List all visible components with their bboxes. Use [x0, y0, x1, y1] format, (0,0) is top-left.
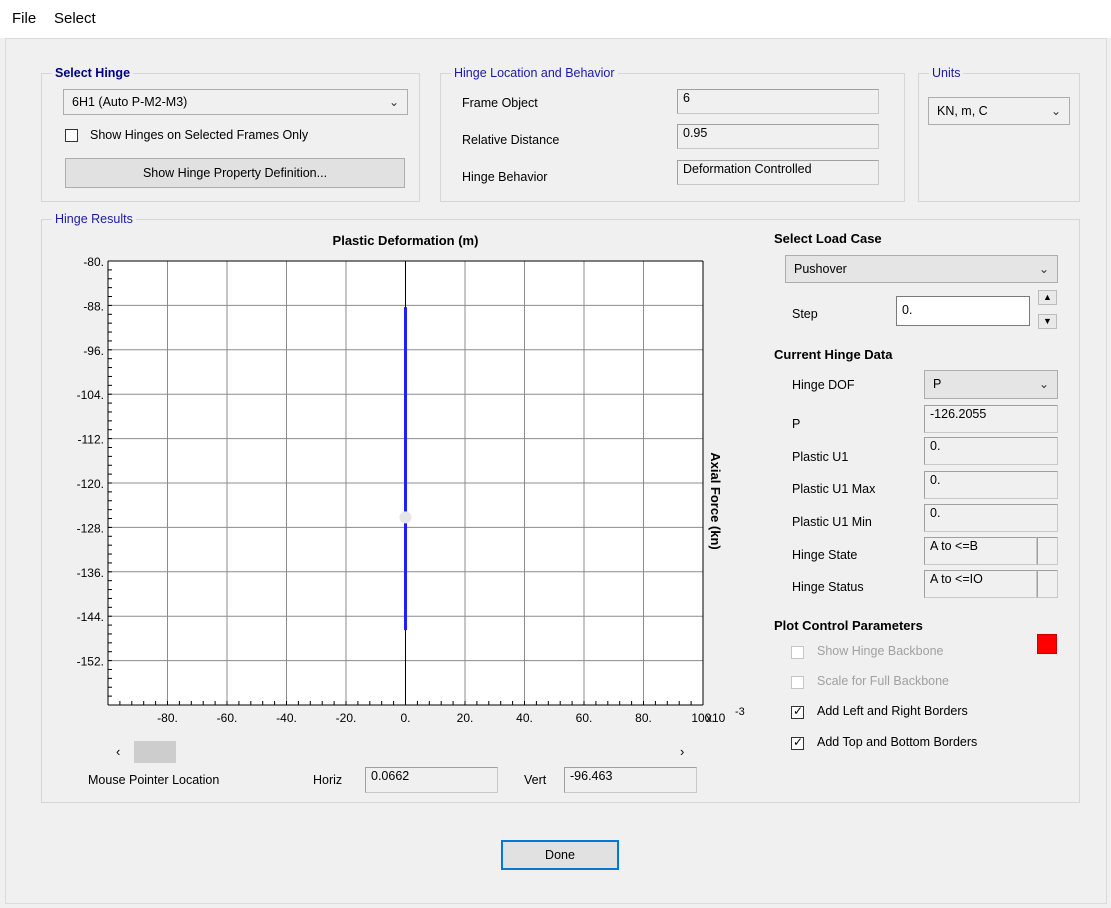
menu-select[interactable]: Select — [54, 10, 96, 27]
frame-object-field: 6 — [677, 89, 879, 114]
y-axis-label: Axial Force (kn) — [708, 452, 723, 550]
chart-scrollbar[interactable]: ‹ › — [112, 741, 692, 764]
chevron-down-icon: ⌄ — [1050, 104, 1061, 118]
show-hinge-property-button[interactable]: Show Hinge Property Definition... — [65, 158, 405, 188]
backbone-color-swatch[interactable] — [1037, 634, 1057, 654]
hinge-state-color-box — [1037, 537, 1058, 565]
scroll-left-icon[interactable]: ‹ — [116, 744, 120, 759]
hinge-dof-label: Hinge DOF — [792, 378, 855, 392]
hinge-state-label: Hinge State — [792, 548, 858, 562]
y-tick-label: -80. — [83, 255, 104, 269]
menu-bar: File Select — [0, 0, 1111, 38]
frame-object-label: Frame Object — [462, 96, 538, 110]
units-select[interactable]: KN, m, C ⌄ — [928, 97, 1070, 125]
y-tick-label: -104. — [77, 388, 104, 402]
units-group: Units KN, m, C ⌄ — [918, 65, 1080, 202]
horiz-label: Horiz — [313, 773, 343, 787]
x-tick-label: 80. — [635, 711, 652, 725]
mouse-pointer-label: Mouse Pointer Location — [88, 773, 220, 787]
vert-field: -96.463 — [564, 767, 697, 793]
menu-file[interactable]: File — [12, 10, 36, 27]
relative-distance-field: 0.95 — [677, 124, 879, 149]
select-hinge-group: Select Hinge 6H1 (Auto P-M2-M3) ⌄ Show H… — [41, 65, 420, 202]
hinge-location-legend: Hinge Location and Behavior — [451, 65, 618, 81]
y-tick-label: -144. — [77, 610, 104, 624]
x-tick-label: -80. — [157, 711, 178, 725]
done-button[interactable]: Done — [501, 840, 619, 870]
x-tick-label: 60. — [576, 711, 593, 725]
hinge-results-legend: Hinge Results — [52, 211, 136, 227]
plot-control-title: Plot Control Parameters — [774, 618, 923, 633]
step-label: Step — [792, 307, 818, 321]
units-select-value: KN, m, C — [937, 104, 988, 118]
x-multiplier-exponent: -3 — [735, 706, 745, 718]
load-case-select[interactable]: Pushover ⌄ — [785, 255, 1058, 283]
hinge-results-chart: Plastic Deformation (m) -80. -88. -96. -104.… — [77, 233, 745, 725]
hinge-behavior-label: Hinge Behavior — [462, 170, 548, 184]
y-tick-label: -152. — [77, 655, 104, 669]
chart-title: Plastic Deformation (m) — [333, 233, 479, 248]
x-tick-label: -60. — [217, 711, 238, 725]
step-down-button[interactable]: ▼ — [1038, 314, 1057, 329]
y-tick-label: -88. — [83, 299, 104, 313]
y-tick-label: -128. — [77, 521, 104, 535]
scrollbar-thumb[interactable] — [134, 741, 176, 763]
hinge-status-color-box — [1037, 570, 1058, 598]
p-label: P — [792, 417, 801, 431]
chevron-down-icon: ⌄ — [1038, 377, 1049, 391]
hinge-select[interactable]: 6H1 (Auto P-M2-M3) ⌄ — [63, 89, 408, 115]
show-selected-label: Show Hinges on Selected Frames Only — [90, 128, 309, 142]
plastic-u1-label: Plastic U1 — [792, 450, 849, 464]
current-hinge-data-title: Current Hinge Data — [774, 347, 893, 362]
hinge-status-field: A to <=IO — [924, 570, 1037, 598]
load-case-value: Pushover — [794, 262, 847, 276]
add-tb-borders-checkbox[interactable] — [791, 735, 804, 750]
y-tick-label: -120. — [77, 477, 104, 491]
scroll-right-icon[interactable]: › — [680, 744, 684, 759]
y-tick-label: -96. — [83, 344, 104, 358]
x-tick-label: 20. — [457, 711, 474, 725]
hinge-location-group: Hinge Location and Behavior Frame Object… — [440, 65, 905, 202]
show-selected-checkbox[interactable] — [65, 129, 78, 142]
x-tick-label: 0. — [400, 711, 410, 725]
arrow-up-icon: ▲ — [1043, 292, 1052, 302]
step-up-button[interactable]: ▲ — [1038, 290, 1057, 305]
show-backbone-label: Show Hinge Backbone — [817, 644, 944, 658]
units-legend: Units — [929, 65, 964, 81]
plastic-u1-min-field: 0. — [924, 504, 1058, 532]
plastic-u1-max-label: Plastic U1 Max — [792, 482, 876, 496]
chevron-down-icon: ⌄ — [1038, 262, 1049, 276]
hinge-dof-select[interactable]: P ⌄ — [924, 370, 1058, 399]
hinge-status-label: Hinge Status — [792, 580, 864, 594]
x-tick-label: -40. — [276, 711, 297, 725]
plastic-u1-max-field: 0. — [924, 471, 1058, 499]
scale-backbone-checkbox[interactable] — [791, 676, 804, 689]
hinge-dof-value: P — [933, 377, 942, 391]
add-tb-borders-label: Add Top and Bottom Borders — [817, 735, 978, 749]
relative-distance-label: Relative Distance — [462, 133, 560, 147]
horiz-field: 0.0662 — [365, 767, 498, 793]
arrow-down-icon: ▼ — [1043, 316, 1052, 326]
vert-label: Vert — [524, 773, 547, 787]
add-lr-borders-checkbox[interactable] — [791, 704, 804, 719]
x-multiplier-label: x10 — [706, 711, 726, 725]
add-lr-borders-label: Add Left and Right Borders — [817, 704, 968, 718]
hinge-behavior-field: Deformation Controlled — [677, 160, 879, 185]
y-tick-label: -136. — [77, 566, 104, 580]
p-field: -126.2055 — [924, 405, 1058, 433]
current-state-marker — [399, 511, 412, 524]
x-tick-label: -20. — [336, 711, 357, 725]
hinge-state-field: A to <=B — [924, 537, 1037, 565]
plastic-u1-field: 0. — [924, 437, 1058, 465]
chevron-down-icon: ⌄ — [388, 95, 399, 109]
select-load-case-title: Select Load Case — [774, 231, 882, 246]
step-input[interactable]: 0. — [896, 296, 1030, 326]
select-hinge-legend: Select Hinge — [52, 65, 134, 81]
hinge-select-value: 6H1 (Auto P-M2-M3) — [72, 95, 188, 109]
x-tick-label: 40. — [516, 711, 533, 725]
show-backbone-checkbox[interactable] — [791, 646, 804, 659]
y-tick-label: -112. — [78, 433, 104, 447]
scale-backbone-label: Scale for Full Backbone — [817, 674, 950, 688]
plastic-u1-min-label: Plastic U1 Min — [792, 515, 872, 529]
